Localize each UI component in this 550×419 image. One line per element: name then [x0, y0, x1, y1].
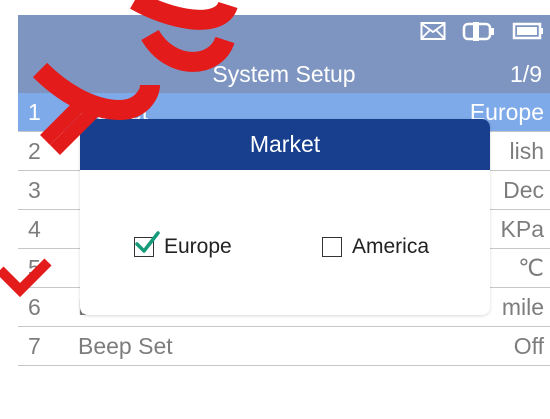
option-label: Europe: [164, 235, 232, 258]
option-america[interactable]: America: [322, 232, 429, 262]
dialog-title: Market: [80, 119, 490, 170]
device-screen: System Setup 1/9 1 Market Europe 2 lish …: [18, 15, 550, 419]
checkbox-america[interactable]: [322, 237, 342, 257]
checkbox-europe[interactable]: [134, 231, 160, 257]
market-dialog: Market Europe America: [80, 119, 490, 315]
checkmark-icon: [135, 231, 160, 253]
option-label: America: [352, 235, 430, 258]
option-europe[interactable]: Europe: [134, 231, 232, 262]
